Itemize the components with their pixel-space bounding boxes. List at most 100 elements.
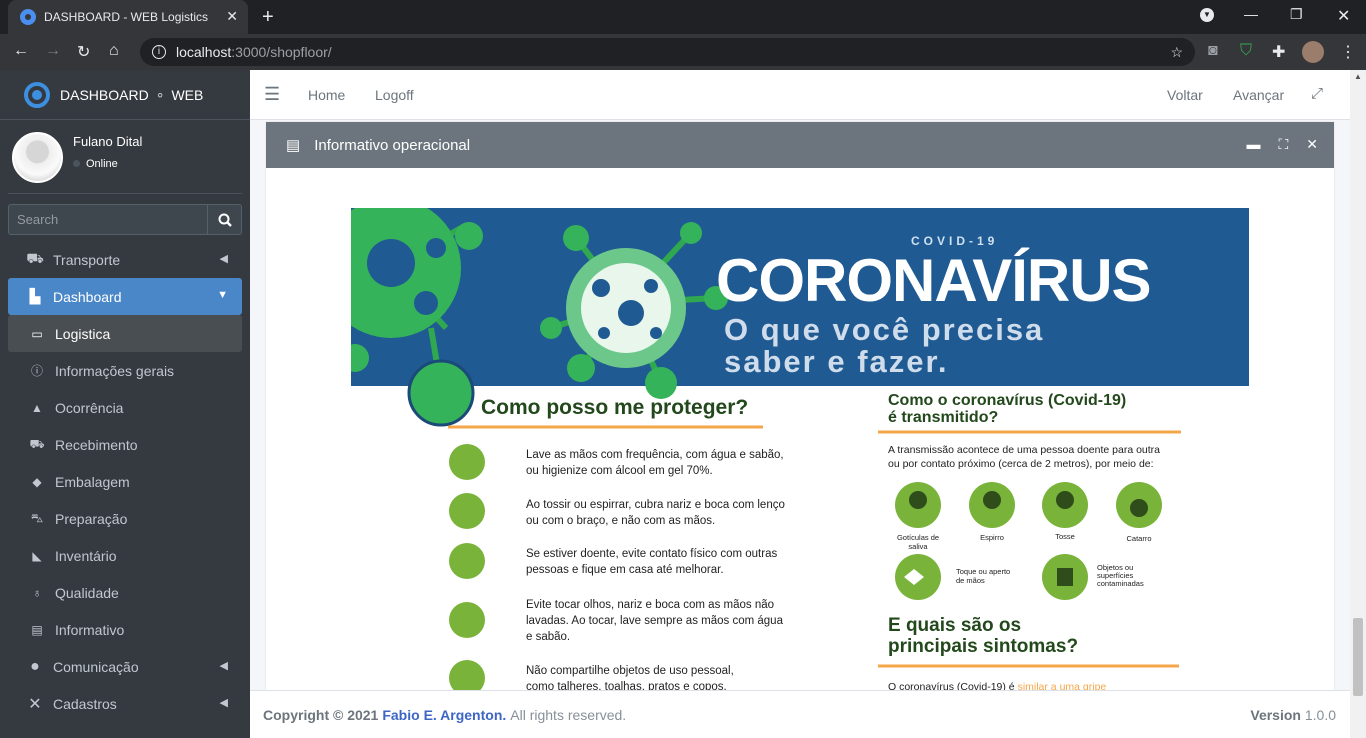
new-tab-icon[interactable]: + bbox=[262, 6, 274, 29]
chevron-left-icon: ◀ bbox=[219, 253, 228, 265]
close-tab-icon[interactable]: ✕ bbox=[226, 8, 238, 25]
cart-icon: ⛍ bbox=[30, 510, 44, 525]
search-input[interactable] bbox=[9, 205, 207, 234]
info-icon: ⓘ bbox=[30, 364, 43, 378]
site-info-icon[interactable]: i bbox=[152, 45, 166, 59]
hamburger-menu-icon[interactable]: ☰ bbox=[264, 84, 280, 105]
monitor-icon: ▭ bbox=[31, 326, 43, 341]
user-panel: Fulano Dital Online bbox=[8, 120, 242, 194]
back-icon[interactable]: ← bbox=[13, 42, 29, 60]
brand-separator: ∘ bbox=[155, 86, 165, 102]
nav-forward-link[interactable]: Avançar bbox=[1233, 87, 1284, 103]
sidebar-item-comunicacao[interactable]: ● Comunicação ◀ bbox=[8, 648, 242, 685]
icon-label-toque: Toque ou aperto de mãos bbox=[956, 567, 1011, 585]
sidebar-item-dashboard[interactable]: ▙ Dashboard ▼ bbox=[8, 278, 242, 315]
symptoms-heading: E quais são os principais sintomas? bbox=[888, 615, 1079, 657]
scrollbar-thumb[interactable] bbox=[1353, 618, 1363, 696]
sidebar-item-inventario[interactable]: ◣ Inventário bbox=[8, 537, 242, 574]
truck-icon: ⛟ bbox=[29, 436, 45, 451]
sidebar-item-preparacao[interactable]: ⛍ Preparação bbox=[8, 500, 242, 537]
reload-icon[interactable]: ↻ bbox=[77, 42, 90, 62]
card-tools: ▬ ⛶ ✕ bbox=[1246, 136, 1318, 153]
sidebar-nav: ⛟ Transporte ◀ ▙ Dashboard ▼ ▭ Logistica ⓘ Inf… bbox=[8, 241, 242, 722]
card-header: ▤ Informativo operacional ▬ ⛶ ✕ bbox=[266, 122, 1334, 168]
sidebar: DASHBOARD ∘ WEB Fulano Dital Online ⛟Tra… bbox=[0, 70, 250, 738]
award-icon: ♁ bbox=[32, 585, 42, 600]
chart-icon: ▙ bbox=[29, 288, 41, 304]
right-heading: Como o coronavírus (Covid-19) é transmiti… bbox=[888, 392, 1127, 426]
fullscreen-icon[interactable]: ⤢ bbox=[1311, 85, 1323, 102]
symptoms-text: O coronavírus (Covid-19) é similar a uma… bbox=[888, 681, 1107, 690]
collapse-icon[interactable]: ▬ bbox=[1246, 136, 1260, 153]
author-link[interactable]: Fabio E. Argenton. bbox=[382, 707, 506, 723]
icon-label-saliva: Gotículas de saliva bbox=[896, 533, 940, 551]
sidebar-item-transporte[interactable]: ⛟ Transporte ◀ bbox=[8, 241, 242, 278]
tools-icon: ✕ bbox=[28, 695, 42, 713]
icon-label-catarro: Catarro bbox=[1126, 534, 1152, 543]
browser-menu-icon[interactable]: ⋮ bbox=[1340, 42, 1356, 62]
sidebar-search bbox=[8, 204, 242, 235]
maximize-icon[interactable]: ⛶ bbox=[1278, 136, 1288, 153]
profile-avatar[interactable] bbox=[1302, 41, 1324, 63]
avatar[interactable] bbox=[12, 132, 63, 183]
brand[interactable]: DASHBOARD ∘ WEB bbox=[0, 70, 250, 120]
url-path: :3000/shopfloor/ bbox=[231, 44, 332, 60]
sidebar-item-cadastros[interactable]: ✕ Cadastros ◀ bbox=[8, 685, 242, 722]
sidebar-item-informativo[interactable]: ▤ Informativo bbox=[8, 611, 242, 648]
poster-title: CORONAVÍRUS bbox=[716, 247, 1152, 314]
tip-4: Evite tocar olhos, nariz e boca com as m… bbox=[526, 599, 783, 643]
sidebar-item-logistica[interactable]: ▭ Logistica bbox=[8, 315, 242, 352]
brand-logo-icon bbox=[24, 81, 50, 108]
sidebar-item-recebimento[interactable]: ⛟ Recebimento bbox=[8, 426, 242, 463]
tip-3: Se estiver doente, evite contato físico … bbox=[526, 548, 778, 576]
address-bar[interactable]: i localhost:3000/shopfloor/ ☆ bbox=[140, 38, 1195, 66]
poster-subtitle-2: saber e fazer. bbox=[724, 344, 949, 379]
poster-subtitle-1: O que você precisa bbox=[724, 312, 1045, 347]
favicon-icon bbox=[20, 9, 36, 25]
close-icon[interactable]: ✕ bbox=[1306, 136, 1318, 153]
minimize-icon[interactable]: — bbox=[1244, 6, 1258, 22]
sidebar-item-qualidade[interactable]: ♁ Qualidade bbox=[8, 574, 242, 611]
sidebar-item-informacoes-gerais[interactable]: ⓘ Informações gerais bbox=[8, 352, 242, 389]
user-name[interactable]: Fulano Dital bbox=[73, 134, 142, 149]
nav-back-link[interactable]: Voltar bbox=[1167, 87, 1203, 103]
brand-part2: WEB bbox=[171, 86, 204, 103]
card-title: Informativo operacional bbox=[314, 136, 471, 154]
restore-icon[interactable]: ❐ bbox=[1290, 6, 1303, 23]
scroll-up-icon[interactable]: ▲ bbox=[1354, 72, 1362, 81]
camera-icon[interactable]: ◙ bbox=[1208, 42, 1218, 60]
shield-extension-icon[interactable]: ⛉ bbox=[1240, 42, 1252, 60]
area-chart-icon: ◣ bbox=[32, 548, 42, 563]
warning-icon: ▲ bbox=[31, 400, 43, 415]
forward-icon[interactable]: → bbox=[45, 42, 61, 60]
tip-2: Ao tossir ou espirrar, cubra nariz e boc… bbox=[526, 499, 785, 527]
bookmark-star-icon[interactable]: ☆ bbox=[1170, 44, 1183, 61]
transmission-text: A transmissão acontece de uma pessoa doe… bbox=[888, 444, 1161, 470]
extensions-icon[interactable]: ✚ bbox=[1272, 42, 1285, 62]
truck-icon: ⛟ bbox=[26, 250, 44, 266]
sidebar-item-ocorrencia[interactable]: ▲ Ocorrência bbox=[8, 389, 242, 426]
url-host: localhost bbox=[176, 44, 232, 60]
presentation-icon: ▤ bbox=[31, 622, 43, 637]
page-footer: Copyright © 2021 Fabio E. Argenton. All … bbox=[250, 690, 1350, 738]
close-window-icon[interactable]: ✕ bbox=[1337, 6, 1350, 26]
status-dot-icon bbox=[73, 160, 80, 167]
browser-tab[interactable]: DASHBOARD - WEB Logistics ✕ bbox=[8, 0, 248, 34]
tab-title: DASHBOARD - WEB Logistics bbox=[44, 10, 209, 24]
top-navbar: ☰ Home Logoff Voltar Avançar ⤢ bbox=[250, 70, 1350, 120]
icon-label-tosse: Tosse bbox=[1055, 532, 1075, 541]
profile-menu-icon[interactable]: ▼ bbox=[1200, 8, 1214, 22]
sidebar-item-embalagem[interactable]: ◆ Embalagem bbox=[8, 463, 242, 500]
search-icon[interactable] bbox=[207, 205, 241, 234]
tip-1: Lave as mãos com frequência, com água e … bbox=[526, 449, 784, 477]
icon-label-objetos: Objetos ou superfícies contaminadas bbox=[1097, 563, 1144, 588]
covid-poster-image: COVID-19 CORONAVÍRUS O que você precisa … bbox=[351, 208, 1249, 690]
nav-home-link[interactable]: Home bbox=[308, 87, 345, 103]
page-scrollbar[interactable]: ▲ bbox=[1350, 70, 1366, 738]
home-icon[interactable]: ⌂ bbox=[109, 42, 119, 60]
version-info: Version 1.0.0 bbox=[1250, 707, 1336, 723]
rights-text: All rights reserved. bbox=[510, 706, 627, 723]
info-card: ▤ Informativo operacional ▬ ⛶ ✕ COVID-19… bbox=[266, 122, 1334, 690]
chat-icon: ● bbox=[30, 657, 40, 675]
nav-logoff-link[interactable]: Logoff bbox=[375, 87, 414, 103]
